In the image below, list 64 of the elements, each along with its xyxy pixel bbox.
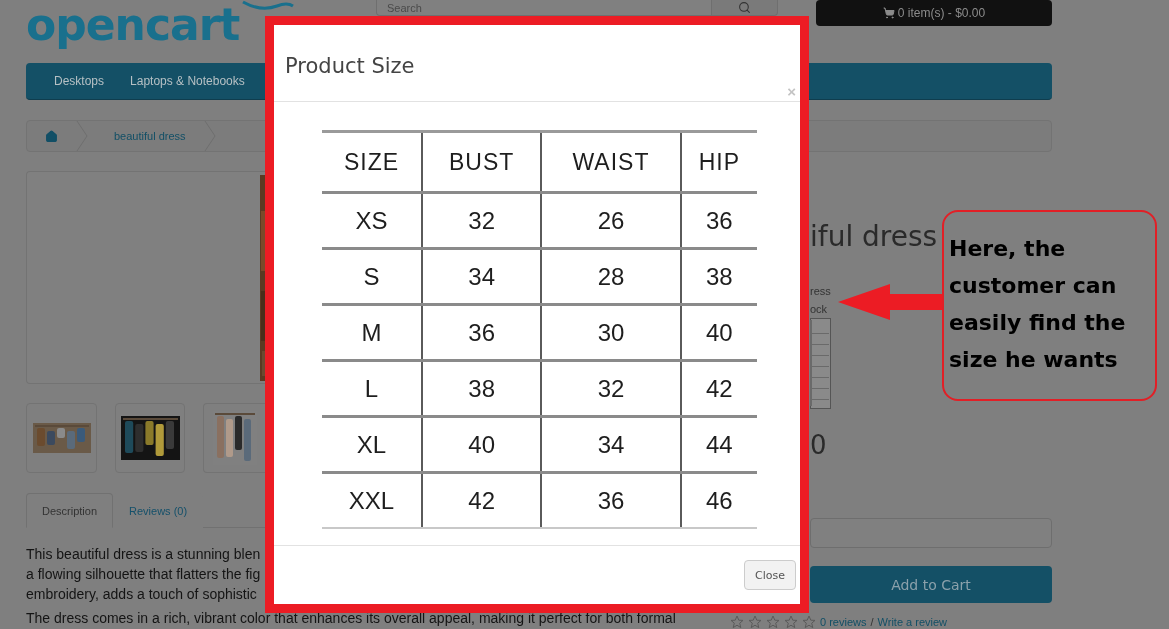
table-cell: 32 [422, 192, 542, 249]
column-header: WAIST [541, 131, 681, 193]
separator-text: / [870, 616, 874, 628]
table-cell: XXL [322, 472, 422, 528]
description-text: This beautiful dress is a stunning blen [26, 545, 261, 564]
star-icon [730, 615, 744, 629]
search-button[interactable] [712, 0, 778, 16]
table-cell: 46 [680, 472, 757, 528]
menu-item[interactable]: Desktops [41, 74, 118, 88]
quantity-field[interactable] [810, 518, 1052, 548]
home-icon [45, 129, 58, 143]
dialog-title: Product Size [285, 53, 416, 79]
reviews-link[interactable]: 0 reviews [820, 616, 867, 628]
tab[interactable]: Description [26, 493, 114, 528]
description-text: The dress comes in a rich, vibrant color that enhances its overall appeal, making it perfect for both formal [26, 610, 676, 626]
table-cell: 42 [680, 360, 757, 417]
star-icon [766, 615, 780, 629]
write-review-link[interactable]: Write a review [877, 616, 947, 628]
cart-button[interactable]: 0 item(s) - $0.00 [816, 0, 1052, 26]
dismiss-button[interactable]: × [787, 84, 796, 99]
column-header: SIZE [322, 131, 422, 193]
product-price: 0 [810, 430, 828, 460]
table-cell: 36 [422, 304, 542, 361]
table-cell: 26 [541, 192, 681, 249]
close-button[interactable]: Close [744, 560, 796, 590]
callout-text: Here, the customer can easily find the size he wants [949, 235, 1127, 374]
product-detail: ress [810, 284, 831, 299]
table-cell: 44 [680, 416, 757, 473]
star-icon [784, 615, 798, 629]
menu-item[interactable]: Laptops & Notebooks [117, 74, 258, 88]
description-text: a flowing silhouette that flatters the fig [26, 565, 261, 584]
table-cell: 38 [422, 360, 542, 417]
description-text: embroidery, adds a touch of sophistic [26, 585, 257, 604]
table-cell: 28 [541, 248, 681, 305]
table-cell: 36 [680, 192, 757, 249]
table-cell: 34 [541, 416, 681, 473]
product-detail: ock [810, 302, 829, 317]
star-icon [748, 615, 762, 629]
table-cell: 42 [422, 472, 542, 528]
product-title: iful dress [810, 222, 938, 252]
swoosh-icon [241, 0, 296, 12]
thumbnail[interactable] [115, 403, 185, 473]
column-header: BUST [422, 131, 542, 193]
cart-icon [882, 7, 895, 19]
table-cell: 36 [541, 472, 681, 528]
table-cell: 30 [541, 304, 681, 361]
table-cell: L [322, 360, 422, 417]
star-icon [802, 615, 816, 629]
column-header: HIP [680, 131, 757, 193]
table-cell: 32 [541, 360, 681, 417]
search-icon [738, 1, 751, 14]
breadcrumb-link[interactable]: beautiful dress [88, 130, 204, 142]
table-cell: S [322, 248, 422, 305]
table-cell: XL [322, 416, 422, 473]
table-cell: M [322, 304, 422, 361]
table-cell: XS [322, 192, 422, 249]
table-cell: 34 [422, 248, 542, 305]
table-cell: 40 [680, 304, 757, 361]
table-cell: 40 [422, 416, 542, 473]
table-cell: 38 [680, 248, 757, 305]
image-frame[interactable] [26, 171, 265, 384]
thumbnail[interactable] [203, 403, 265, 473]
add-to-cart-button[interactable]: Add to Cart [810, 566, 1052, 603]
thumbnail[interactable] [26, 403, 97, 473]
